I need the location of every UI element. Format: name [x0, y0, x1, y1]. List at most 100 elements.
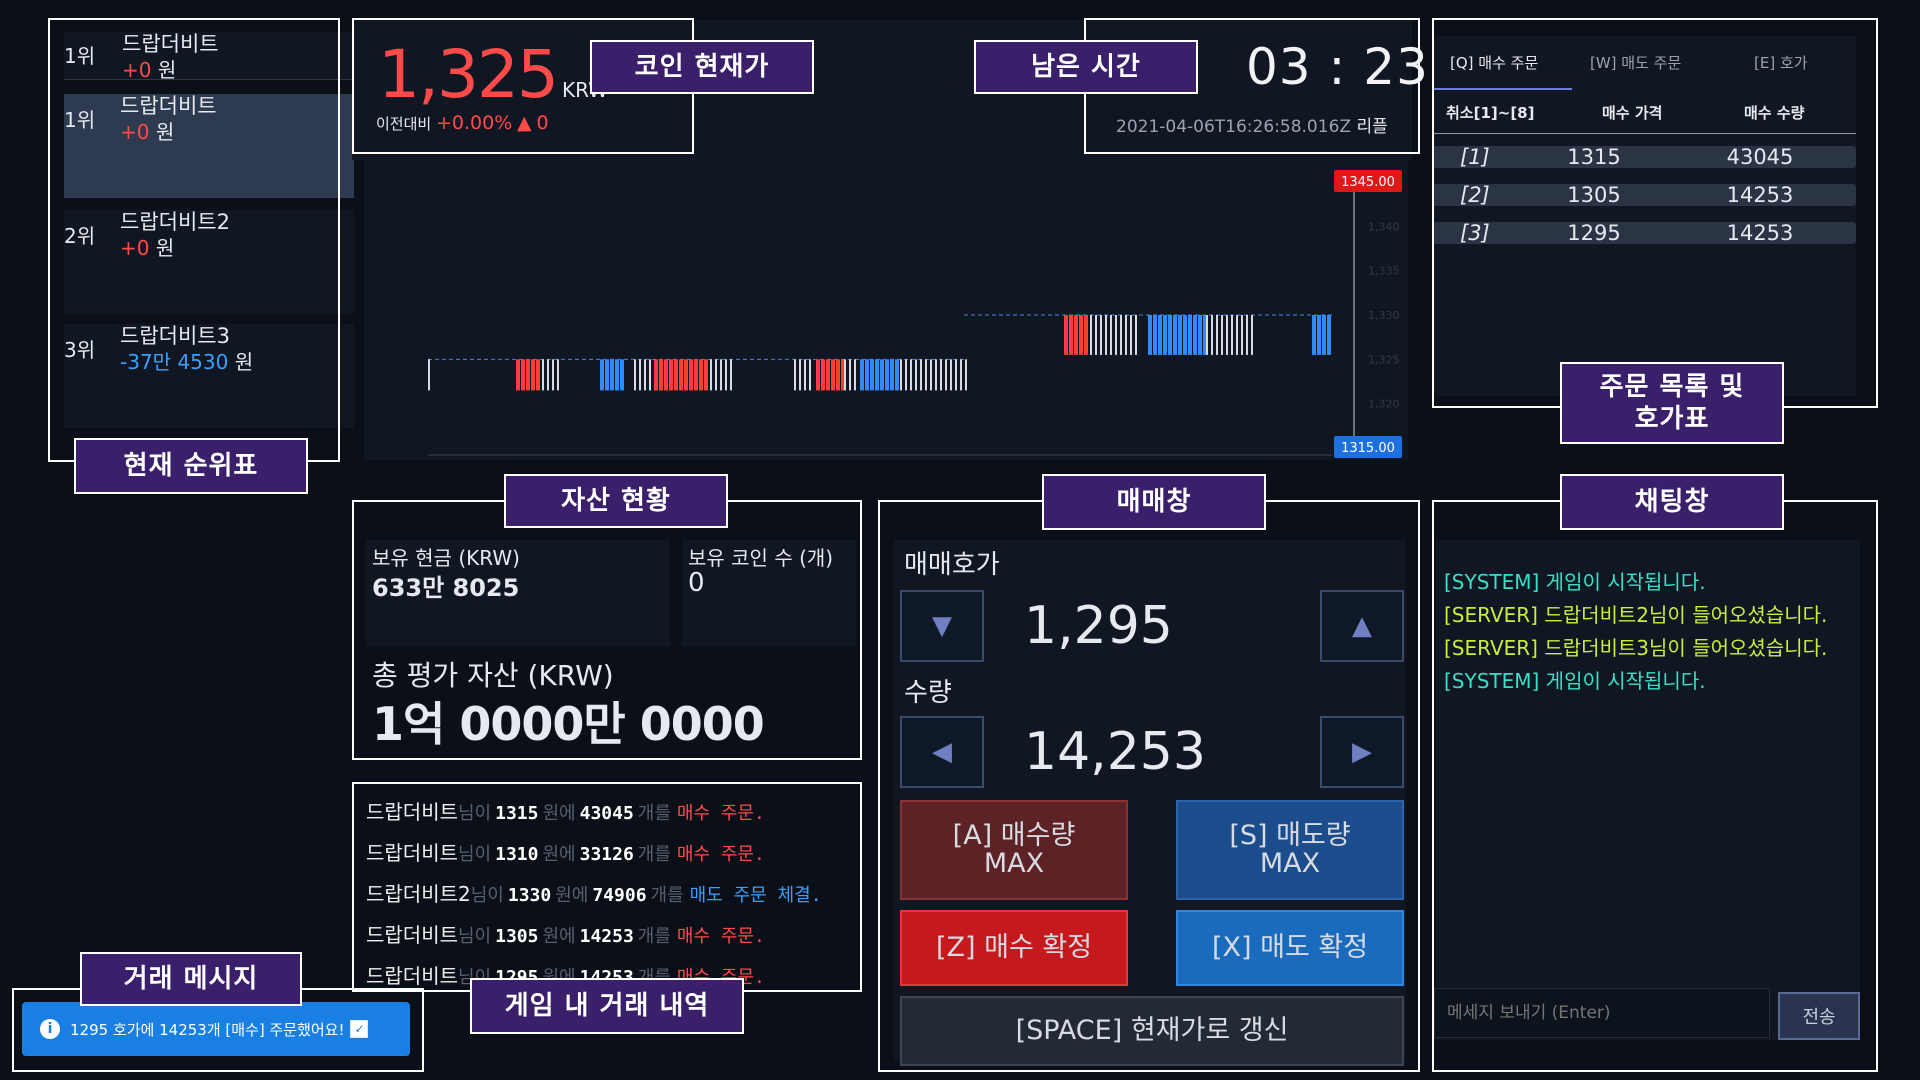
callout-assets: 자산 현황 [504, 474, 728, 528]
coin-label: 보유 코인 수 (개) [688, 546, 834, 570]
price-up-button[interactable]: ▲ [1320, 590, 1404, 662]
neutral-bar [644, 359, 646, 391]
sell-confirm-button[interactable]: [X] 매도 확정 [1176, 910, 1404, 986]
send-button[interactable]: 전송 [1778, 992, 1860, 1040]
player-name: 드랍더비트 [366, 964, 458, 988]
button-label: MAX [983, 848, 1045, 879]
high-price-label: 1345.00 [1341, 175, 1395, 190]
trade-price: 1310 [495, 844, 539, 865]
qty-down-button[interactable]: ◀ [900, 716, 984, 788]
tick-label: 1,320 [1368, 398, 1400, 411]
callout-orderbook: 주문 목록 및 호가표 [1560, 362, 1784, 444]
buy-bar [669, 359, 673, 391]
sell-bar [1198, 315, 1202, 355]
callout-trade: 매매창 [1042, 474, 1266, 530]
price-chart[interactable]: 1,340 1,335 1,330 1,325 1,320 1345.00 1315.00 [364, 160, 1408, 460]
history-item: 드랍더비트님이 1310 원에 33126 개를 매수 주문. [366, 837, 765, 866]
neutral-bar [1221, 315, 1223, 355]
toast-text: 1295 호가에 14253개 [매수] 주문했어요! [70, 1020, 345, 1039]
neutral-bar [854, 359, 856, 391]
sell-bar [875, 359, 879, 391]
particle-text: 원에 [542, 844, 576, 865]
neutral-bar [557, 359, 559, 391]
buy-bar [699, 359, 703, 391]
sell-bar [1193, 315, 1197, 355]
buy-bar [526, 359, 530, 391]
refresh-button[interactable]: [SPACE] 현재가로 갱신 [900, 996, 1404, 1066]
triangle-up-icon: ▲ [1352, 611, 1372, 641]
neutral-bar [910, 359, 912, 391]
sell-max-button[interactable]: [S] 매도량 MAX [1176, 800, 1404, 900]
timer-value: 03 : 23 [1246, 38, 1429, 96]
buy-max-button[interactable]: [A] 매수량 MAX [900, 800, 1128, 900]
price-down-button[interactable]: ▼ [900, 590, 984, 662]
timer-timestamp: 2021-04-06T16:26:58.016Z 리플 [1116, 112, 1388, 137]
particle-text: 개를 [637, 844, 671, 865]
timestamp-text: 2021-04-06T16:26:58.016Z [1116, 117, 1352, 137]
cash-label: 보유 현금 (KRW) [372, 546, 520, 570]
trade-qty-label: 수량 [904, 678, 952, 708]
neutral-bar [1125, 315, 1127, 355]
neutral-bar [1135, 315, 1137, 355]
buy-bar [536, 359, 540, 391]
trade-action: 매수 주문. [676, 803, 765, 824]
buy-bar [1084, 315, 1088, 355]
sell-bar [1188, 315, 1192, 355]
sell-bar [890, 359, 894, 391]
sell-bar [865, 359, 869, 391]
trade-price: 1305 [495, 926, 539, 947]
trade-qty: 43045 [579, 803, 634, 824]
callout-time-left: 남은 시간 [974, 40, 1198, 94]
buy-confirm-button[interactable]: [Z] 매수 확정 [900, 910, 1128, 986]
history-item: 드랍더비트2님이 1330 원에 74906 개를 매도 주문 체결. [366, 878, 822, 907]
triangle-right-icon: ▶ [1352, 737, 1372, 767]
info-icon: i [40, 1019, 60, 1039]
buy-bar [1074, 315, 1078, 355]
neutral-bar [935, 359, 937, 391]
neutral-bar [552, 359, 554, 391]
trade-price-value[interactable]: 1,295 [1024, 596, 1173, 656]
neutral-bar [920, 359, 922, 391]
neutral-bar [1095, 315, 1097, 355]
neutral-bar [930, 359, 932, 391]
particle-text: 원에 [555, 885, 589, 906]
particle-text: 개를 [637, 926, 671, 947]
trade-action: 매수 주문. [676, 844, 765, 865]
chat-message: [SERVER] 드랍더비트3님이 들어오셨습니다. [1444, 636, 1828, 660]
sell-bar [1158, 315, 1162, 355]
neutral-bar [804, 359, 806, 391]
buy-bar [679, 359, 683, 391]
player-name: 드랍더비트 [366, 923, 458, 947]
neutral-bar [634, 359, 636, 391]
neutral-bar [940, 359, 942, 391]
chat-input[interactable] [1434, 988, 1770, 1038]
neutral-bar [720, 359, 722, 391]
trade-qty-value[interactable]: 14,253 [1024, 722, 1206, 782]
chat-input-field[interactable] [1435, 1002, 1769, 1024]
buy-bar [1079, 315, 1083, 355]
neutral-bar [1211, 315, 1213, 355]
buy-bar [1069, 315, 1073, 355]
neutral-bar [950, 359, 952, 391]
qty-up-button[interactable]: ▶ [1320, 716, 1404, 788]
neutral-bar [1236, 315, 1238, 355]
player-name: 드랍더비트2 [366, 882, 471, 906]
particle-text: 원에 [542, 926, 576, 947]
buy-bar [654, 359, 658, 391]
particle-text: 님이 [458, 844, 492, 865]
sell-bar [1178, 315, 1182, 355]
callout-trade-message: 거래 메시지 [80, 952, 302, 1006]
sell-bar [1322, 315, 1326, 355]
cash-value: 633만 8025 [372, 574, 520, 602]
callout-history: 게임 내 거래 내역 [470, 978, 744, 1034]
sell-bar [1317, 315, 1321, 355]
neutral-bar [809, 359, 811, 391]
button-label: MAX [1259, 848, 1321, 879]
toast-message[interactable]: i 1295 호가에 14253개 [매수] 주문했어요! ✓ [22, 1002, 410, 1056]
neutral-bar [915, 359, 917, 391]
player-name: 드랍더비트 [366, 800, 458, 824]
sell-bar [1173, 315, 1177, 355]
sell-bar [860, 359, 864, 391]
particle-text: 원에 [542, 803, 576, 824]
neutral-bar [547, 359, 549, 391]
